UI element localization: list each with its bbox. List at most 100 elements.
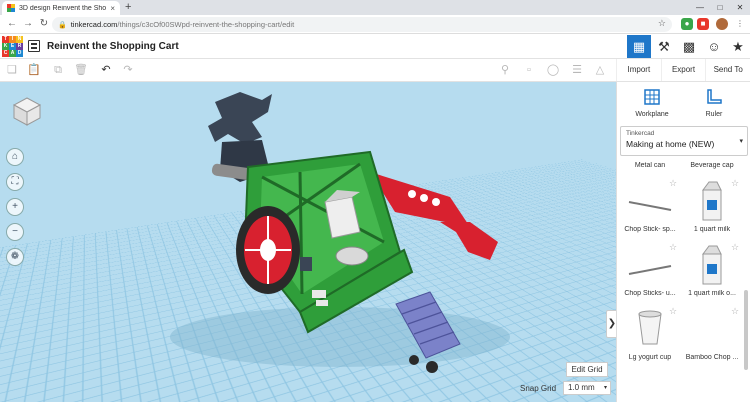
home-view-icon[interactable]: ⌂ [6,148,24,166]
chopstick-thumbnail [628,265,672,275]
delete-icon[interactable]: 🗑 [73,63,89,78]
yogurt-cup-thumbnail [638,310,662,345]
shape-item[interactable]: ☆ Bamboo Chop ... [683,304,741,394]
snap-grid-value: 1.0 mm [568,383,595,392]
collapse-panel-button[interactable]: ❯ [606,310,616,338]
redo-icon[interactable]: ↷ [120,63,136,78]
favorite-star-icon[interactable]: ☆ [669,242,677,253]
address-bar[interactable]: 🔒 tinkercad.com/things/c3cOf00SWpd-reinv… [52,17,672,32]
logo-letter: I [9,36,16,43]
design-title[interactable]: Reinvent the Shopping Cart [47,41,179,52]
group-icon[interactable]: ◯ [545,63,561,78]
milk-carton-thumbnail [702,181,722,221]
more-menu-icon[interactable]: ⋮ [734,18,746,30]
comment-icon[interactable]: ▫ [521,63,537,78]
bookmark-star-icon[interactable]: ☆ [658,18,666,29]
profile-avatar[interactable] [716,18,728,30]
shape-item[interactable]: Beverage cap [683,160,741,174]
blocks-pickaxe-icon[interactable]: ⚒ [652,35,676,58]
perspective-icon[interactable]: ❁ [6,248,24,266]
tab-close-icon[interactable]: × [110,4,115,13]
snap-grid-select[interactable]: 1.0 mm ▾ [563,381,611,395]
minimize-icon[interactable]: — [690,0,710,15]
favorite-star-icon[interactable]: ☆ [731,242,739,253]
logo-letter: N [16,36,23,43]
new-tab-button[interactable]: + [125,1,131,14]
view-cube[interactable] [12,96,42,126]
maximize-icon[interactable]: □ [710,0,730,15]
browser-toolbar: ← → ↻ 🔒 tinkercad.com/things/c3cOf00SWpd… [0,15,750,34]
shape-label: Chop Sticks- u... [624,290,676,297]
copy-icon[interactable]: ❏ [4,63,20,78]
workplane-label: Workplane [635,111,669,118]
workplane-canvas[interactable]: ⌂ ⛶ + − ❁ Edit Grid Snap Grid 1.0 mm ▾ ❯ [0,82,616,402]
shape-label: Chop Stick- sp... [624,226,676,233]
edit-grid-button[interactable]: Edit Grid [566,362,608,377]
shape-label: Lg yogurt cup [628,354,672,361]
logo-letter: T [2,36,9,43]
extension-red-icon[interactable]: ■ [697,18,709,30]
shape-item[interactable]: ☆ Lg yogurt cup [621,304,679,394]
reload-icon[interactable]: ↻ [36,16,52,32]
send-to-button[interactable]: Send To [705,59,750,81]
import-export-bar: Import Export Send To [616,59,750,82]
favorite-star-icon[interactable]: ☆ [731,306,739,317]
url-path: /things/c3cOf00SWpd-reinvent-the-shoppin… [117,20,295,29]
shape-item[interactable]: Metal can [621,160,679,174]
url-text: tinkercad.com/things/c3cOf00SWpd-reinven… [71,20,294,29]
logo-letter: D [16,50,23,57]
library-owner: Tinkercad [626,130,655,137]
shape-label: Bamboo Chop ... [685,354,739,361]
chevron-down-icon: ▾ [603,385,607,391]
edit-toolbar: ❏ 📋 ⧉ 🗑 ↶ ↷ ⚲ ▫ ◯ ☰ △ [0,59,616,82]
design-menu-icon[interactable] [28,40,40,52]
favorite-star-icon[interactable]: ☆ [731,178,739,189]
shape-label: 1 quart milk [693,226,731,233]
favorite-star-icon[interactable]: ☆ [669,178,677,189]
chopstick-thumbnail [628,201,672,211]
align-icon[interactable]: ☰ [569,63,585,78]
shape-label: Beverage cap [690,162,734,169]
ruler-tool[interactable]: Ruler [689,88,739,118]
zoom-out-icon[interactable]: − [6,223,24,241]
add-user-icon[interactable]: ☺ [702,35,726,58]
ruler-label: Ruler [705,111,723,118]
logo-letter: E [9,43,16,50]
tab-title: 3D design Reinvent the Shopping... [19,4,107,12]
3d-view-grid-icon[interactable]: ▦ [627,35,651,58]
favorite-star-icon[interactable]: ☆ [669,306,677,317]
notes-icon[interactable]: ⚲ [497,63,513,78]
window-close-icon[interactable]: ✕ [730,0,750,15]
shape-library-select[interactable]: Tinkercad Making at home (NEW) ▾ [620,126,748,156]
shape-label: 1 quart milk o... [688,290,736,297]
logo-letter: R [16,43,23,50]
tinkercad-favicon-icon [7,4,15,12]
forward-arrow-icon[interactable]: → [20,16,36,32]
chevron-down-icon: ▾ [739,138,743,145]
extension-icon[interactable]: ● [681,18,693,30]
import-button[interactable]: Import [616,59,661,81]
workplane-tool[interactable]: Workplane [627,88,677,118]
zoom-in-icon[interactable]: + [6,198,24,216]
workplane-icon [644,89,660,105]
panel-scrollbar[interactable] [744,290,748,370]
tinkercad-logo[interactable]: T I N K E R C A D [2,36,23,57]
export-button[interactable]: Export [660,59,706,81]
view-controls: ⌂ ⛶ + − ❁ [6,148,26,273]
paste-icon[interactable]: 📋 [26,63,42,78]
shopping-cart-model[interactable] [0,82,616,402]
fit-view-icon[interactable]: ⛶ [6,173,24,191]
lock-icon: 🔒 [58,21,67,29]
bricks-icon[interactable]: ▩ [677,35,701,58]
logo-letter: C [2,50,9,57]
user-avatar-icon[interactable]: ★ [726,35,750,58]
logo-letter: K [2,43,9,50]
milk-carton-open-thumbnail [702,245,722,285]
snap-grid-label: Snap Grid [520,384,557,393]
shape-label: Metal can [634,162,666,169]
browser-tab[interactable]: 3D design Reinvent the Shopping... × [2,1,120,15]
back-arrow-icon[interactable]: ← [4,16,20,32]
mirror-icon[interactable]: △ [592,63,608,78]
duplicate-icon[interactable]: ⧉ [50,63,66,78]
undo-icon[interactable]: ↶ [98,63,114,78]
